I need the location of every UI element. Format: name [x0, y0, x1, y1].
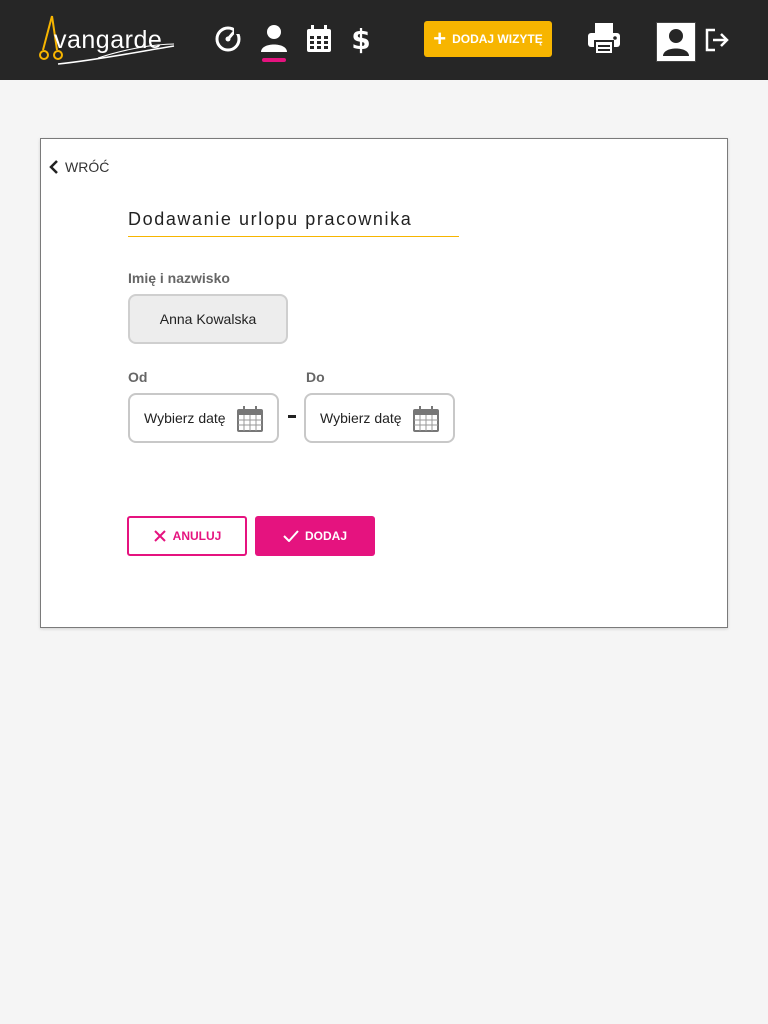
date-range-separator: [288, 415, 296, 418]
close-icon: [153, 530, 166, 542]
to-date-input[interactable]: Wybierz datę: [304, 393, 455, 443]
cancel-label: ANULUJ: [172, 529, 222, 543]
add-visit-label: DODAJ WIZYTĘ: [452, 32, 543, 46]
back-link[interactable]: WRÓĆ: [49, 159, 109, 175]
dollar-icon[interactable]: $: [346, 23, 376, 56]
active-nav-indicator: [262, 58, 286, 62]
checkmark-icon: [283, 530, 299, 542]
chevron-left-icon: [49, 160, 58, 174]
calendar-icon[interactable]: [304, 24, 334, 54]
to-label: Do: [306, 369, 325, 385]
profile-icon: [663, 29, 689, 56]
employee-name-field: Anna Kowalska: [128, 294, 288, 344]
to-date-placeholder: Wybierz datę: [320, 410, 402, 426]
from-date-placeholder: Wybierz datę: [144, 410, 226, 426]
logout-icon[interactable]: [703, 26, 731, 54]
page-title: Dodawanie urlopu pracownika: [128, 209, 459, 237]
user-icon[interactable]: [259, 24, 289, 54]
from-label: Od: [128, 369, 148, 385]
leave-form-card: WRÓĆ Dodawanie urlopu pracownika Imię i …: [40, 138, 728, 628]
logo[interactable]: vangarde: [38, 14, 178, 65]
calendar-icon: [237, 406, 263, 432]
add-label: DODAJ: [304, 529, 347, 543]
printer-icon[interactable]: [586, 22, 622, 56]
add-visit-button[interactable]: + DODAJ WIZYTĘ: [424, 21, 552, 57]
dashboard-gauge-icon[interactable]: [213, 24, 243, 54]
top-navigation-bar: vangarde $ + DODAJ WIZYTĘ: [0, 0, 768, 80]
back-label: WRÓĆ: [65, 159, 110, 175]
profile-button[interactable]: [656, 22, 696, 62]
name-label: Imię i nazwisko: [128, 270, 230, 286]
calendar-icon: [413, 406, 439, 432]
plus-icon: +: [433, 26, 447, 51]
from-date-input[interactable]: Wybierz datę: [128, 393, 279, 443]
employee-name-value: Anna Kowalska: [159, 311, 257, 327]
cancel-button[interactable]: ANULUJ: [127, 516, 247, 556]
add-button[interactable]: DODAJ: [255, 516, 375, 556]
logo-text: vangarde: [54, 26, 163, 54]
